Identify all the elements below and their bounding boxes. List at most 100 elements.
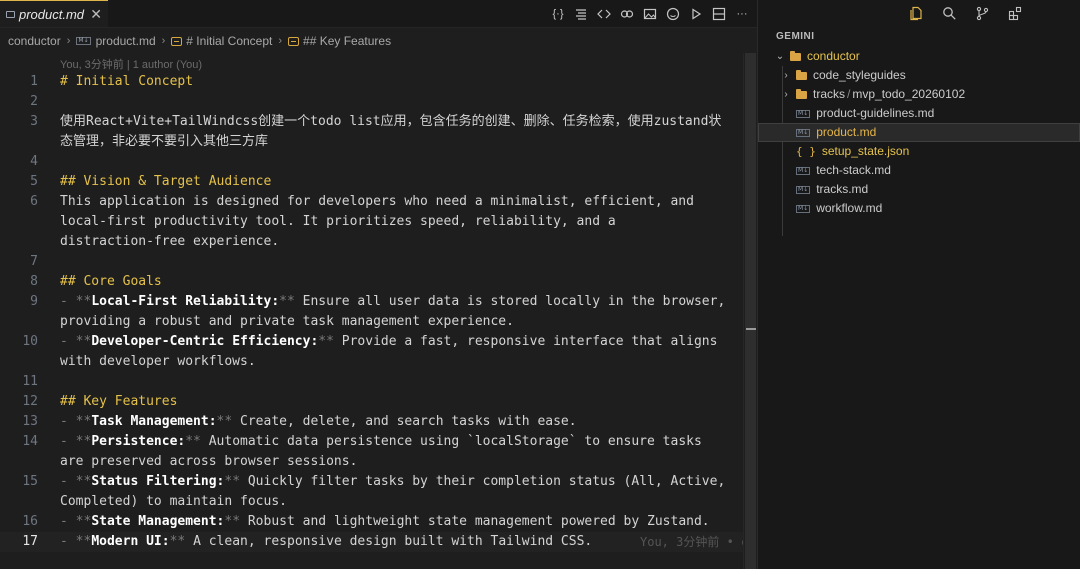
plain-text: Completed) to maintain focus. <box>60 494 287 509</box>
line-number: 8 <box>30 274 38 289</box>
line-number: 1 <box>30 74 38 89</box>
scrollbar-thumb[interactable] <box>745 53 756 569</box>
plain-text: Robust and lightweight state management … <box>240 514 710 529</box>
copilot-icon[interactable] <box>620 7 634 21</box>
chevron-right-icon: › <box>784 89 788 100</box>
json-file-icon: { } <box>796 145 816 158</box>
code-line[interactable]: 17 - **Modern UI:** A clean, responsive d… <box>0 532 748 552</box>
cursor-position-marker <box>746 328 756 330</box>
chevron-down-icon: ⌄ <box>775 51 785 62</box>
bold-text: Developer-Centric Efficiency: <box>91 334 319 349</box>
code-line[interactable]: 11 <box>0 372 743 392</box>
play-icon[interactable] <box>689 7 703 21</box>
plain-text: Automatic data persistence using `localS… <box>200 434 702 449</box>
code-line[interactable]: 4 <box>0 152 743 172</box>
code-line[interactable]: with developer workflows. <box>0 352 743 372</box>
code-icon[interactable] <box>597 7 611 21</box>
code-line[interactable]: 9 - **Local-First Reliability:** Ensure a… <box>0 292 743 312</box>
close-tab-icon[interactable]: ✕ <box>90 6 102 23</box>
folder-icon <box>796 69 807 80</box>
code-line[interactable]: 5 ## Vision & Target Audience <box>0 172 743 192</box>
code-line[interactable]: local-first productivity tool. It priori… <box>0 212 743 232</box>
tree-item-setup-state-json[interactable]: { } setup_state.json <box>758 142 1080 161</box>
plain-text: Ensure all user data is stored locally i… <box>294 294 726 309</box>
code-line[interactable]: providing a robust and private task mana… <box>0 312 743 332</box>
breadcrumb-folder[interactable]: conductor <box>8 34 61 48</box>
split-editor-icon[interactable] <box>712 7 726 21</box>
line-number: 17 <box>22 534 38 549</box>
code-line[interactable]: distraction-free experience. <box>0 232 743 252</box>
tree-item-label: tracks <box>813 87 846 101</box>
source-control-icon[interactable] <box>974 6 990 22</box>
code-line[interactable]: 14 - **Persistence:** Automatic data pers… <box>0 432 743 452</box>
code-line[interactable]: 8 ## Core Goals <box>0 272 743 292</box>
code-line[interactable]: 12 ## Key Features <box>0 392 743 412</box>
breadcrumb-file[interactable]: product.md <box>96 34 156 48</box>
line-text: - **Persistence:** Automatic data persis… <box>60 432 702 452</box>
line-text: 态管理，非必要不要引入其他三方库 <box>60 132 268 152</box>
code-line[interactable]: 3 使用React+Vite+TailWindcss创建一个todo list应用… <box>0 112 743 132</box>
code-line[interactable]: 6 This application is designed for develo… <box>0 192 743 212</box>
image-icon[interactable] <box>643 7 657 21</box>
folder-open-icon <box>790 50 801 61</box>
braces-icon[interactable]: {·} <box>551 7 565 21</box>
chevron-right-icon: › <box>161 35 166 47</box>
vertical-scrollbar[interactable] <box>743 53 757 569</box>
line-text: This application is designed for develop… <box>60 192 694 212</box>
inline-blame[interactable]: You, 3分钟前 • c <box>640 532 748 552</box>
tree-folder-conductor[interactable]: ⌄ conductor <box>758 47 1080 66</box>
tab-bar: product.md ✕ {·} ··· <box>0 0 757 28</box>
markdown-file-icon: M↓ <box>76 37 91 45</box>
list-icon[interactable] <box>574 7 588 21</box>
tree-item-product-md[interactable]: M↓ product.md <box>758 123 1080 142</box>
chevron-right-icon: › <box>784 70 788 81</box>
code-line[interactable]: are preserved across browser sessions. <box>0 452 743 472</box>
tab-product-md[interactable]: product.md ✕ <box>0 0 108 27</box>
tree-item-tech-stack-md[interactable]: M↓ tech-stack.md <box>758 161 1080 180</box>
code-line[interactable]: 1 # Initial Concept <box>0 72 743 92</box>
markdown-marker: - ** <box>60 514 92 529</box>
heading-symbol-icon <box>288 36 300 46</box>
code-lines: 1 # Initial Concept 2 3 使用React+Vite+TailWin… <box>0 72 748 552</box>
blame-header[interactable]: You, 3分钟前 | 1 author (You) <box>60 56 202 72</box>
code-area[interactable]: You, 3分钟前 | 1 author (You) 1 # Initial Co… <box>0 53 748 569</box>
file-tree: ⌄ conductor › code_styleguides › tracks / mvp… <box>758 47 1080 236</box>
code-line[interactable]: 15 - **Status Filtering:** Quickly filter… <box>0 472 743 492</box>
line-number: 10 <box>22 334 38 349</box>
line-text: - **Status Filtering:** Quickly filter t… <box>60 472 725 492</box>
code-line[interactable]: 10 - **Developer-Centric Efficiency:** Pr… <box>0 332 743 352</box>
code-line[interactable]: 7 <box>0 252 743 272</box>
code-line[interactable]: 2 <box>0 92 743 112</box>
smiley-icon[interactable] <box>666 7 680 21</box>
breadcrumb-heading-1[interactable]: # Initial Concept <box>186 34 272 48</box>
tree-item-tracks[interactable]: › tracks / mvp_todo_20260102 <box>758 85 1080 104</box>
search-icon[interactable] <box>941 6 957 22</box>
tree-item-label: product-guidelines.md <box>816 106 935 120</box>
line-text: - **State Management:** Robust and light… <box>60 512 710 532</box>
plain-text: providing a robust and private task mana… <box>60 314 514 329</box>
explorer-section-title[interactable]: GEMINI <box>758 27 1080 47</box>
plain-text: Provide a fast, responsive interface tha… <box>333 334 718 349</box>
code-line[interactable]: 态管理，非必要不要引入其他三方库 <box>0 132 743 152</box>
tree-item-tracks-md[interactable]: M↓ tracks.md <box>758 180 1080 199</box>
line-number: 9 <box>30 294 38 309</box>
line-number: 16 <box>22 514 38 529</box>
tree-item-code-styleguides[interactable]: › code_styleguides <box>758 66 1080 85</box>
line-text: ## Key Features <box>60 392 177 412</box>
plain-text: local-first productivity tool. It priori… <box>60 214 616 229</box>
code-line[interactable]: 16 - **State Management:** Robust and lig… <box>0 512 743 532</box>
code-line[interactable]: 13 - **Task Management:** Create, delete,… <box>0 412 743 432</box>
line-number: 6 <box>30 194 38 209</box>
plain-text: distraction-free experience. <box>60 234 280 249</box>
tree-item-product-guidelines-md[interactable]: M↓ product-guidelines.md <box>758 104 1080 123</box>
tree-children: › code_styleguides › tracks / mvp_todo_202601… <box>758 66 1080 218</box>
line-text: - **Local-First Reliability:** Ensure al… <box>60 292 725 312</box>
chevron-right-icon: › <box>66 35 71 47</box>
extensions-icon[interactable] <box>1007 6 1023 22</box>
explorer-files-icon[interactable] <box>908 6 924 22</box>
breadcrumb-heading-2[interactable]: ## Key Features <box>303 34 391 48</box>
markdown-marker: - ** <box>60 294 92 309</box>
code-line[interactable]: Completed) to maintain focus. <box>0 492 743 512</box>
tree-item-workflow-md[interactable]: M↓ workflow.md <box>758 199 1080 218</box>
more-icon[interactable]: ··· <box>735 7 749 21</box>
